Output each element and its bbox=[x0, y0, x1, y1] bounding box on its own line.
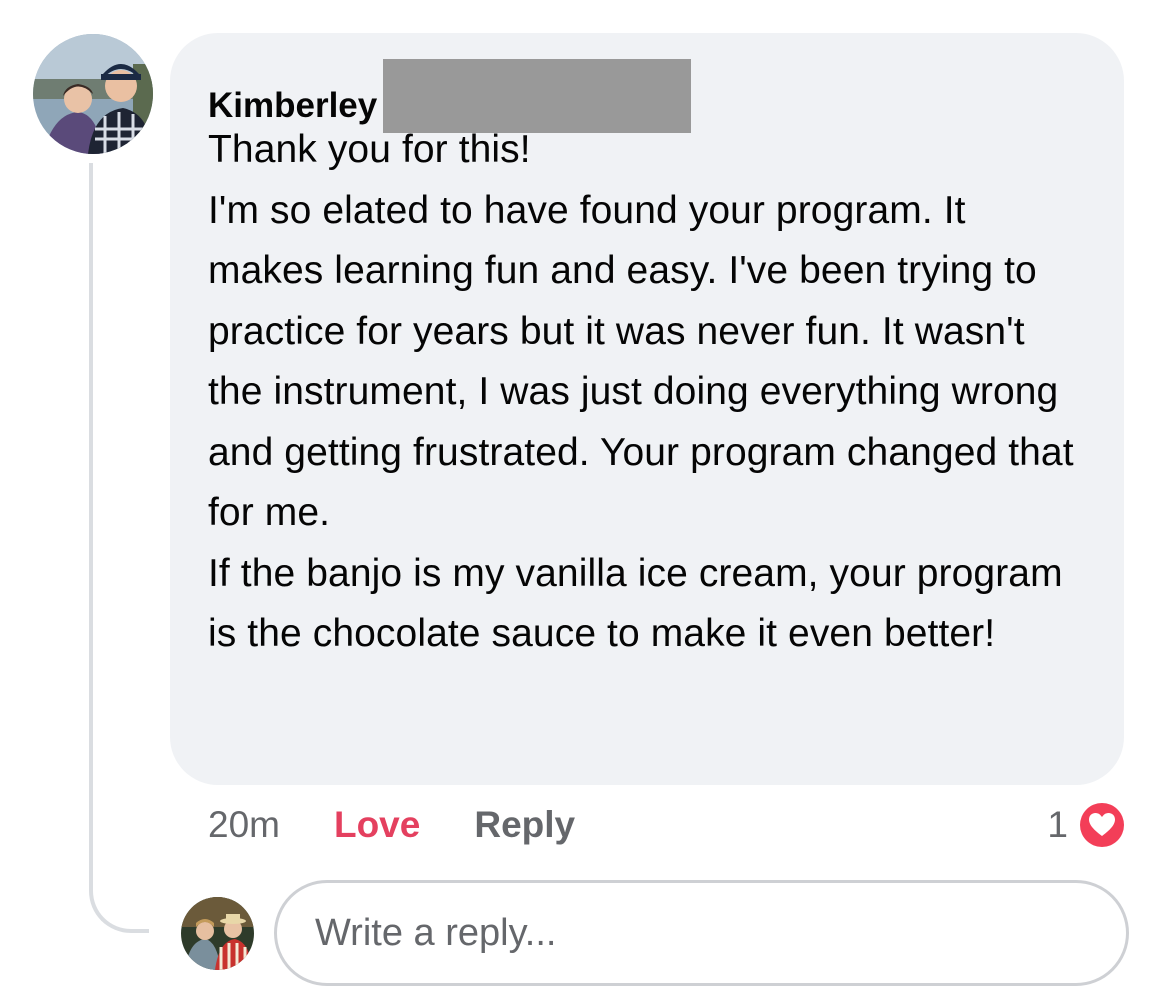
profile-photo-couple-icon bbox=[33, 34, 153, 154]
comment-actions: 20m Love Reply 1 bbox=[208, 797, 1128, 853]
reply-input[interactable] bbox=[313, 910, 1077, 956]
reaction-summary[interactable]: 1 bbox=[1047, 797, 1128, 853]
author-avatar[interactable] bbox=[33, 34, 153, 154]
comment-bubble: Kimberley Thank you for this! I'm so ela… bbox=[170, 33, 1124, 785]
current-user-avatar[interactable] bbox=[181, 897, 254, 970]
thread-connector-line bbox=[89, 163, 149, 933]
comment-text: Thank you for this! I'm so elated to hav… bbox=[208, 128, 1074, 655]
reply-button[interactable]: Reply bbox=[474, 804, 575, 846]
heart-icon bbox=[1076, 799, 1128, 851]
comment-timestamp[interactable]: 20m bbox=[208, 804, 280, 846]
reaction-count: 1 bbox=[1047, 804, 1068, 845]
reply-composer[interactable] bbox=[274, 880, 1129, 986]
love-reaction-button[interactable]: Love bbox=[334, 804, 420, 846]
profile-photo-user-icon bbox=[181, 897, 254, 970]
